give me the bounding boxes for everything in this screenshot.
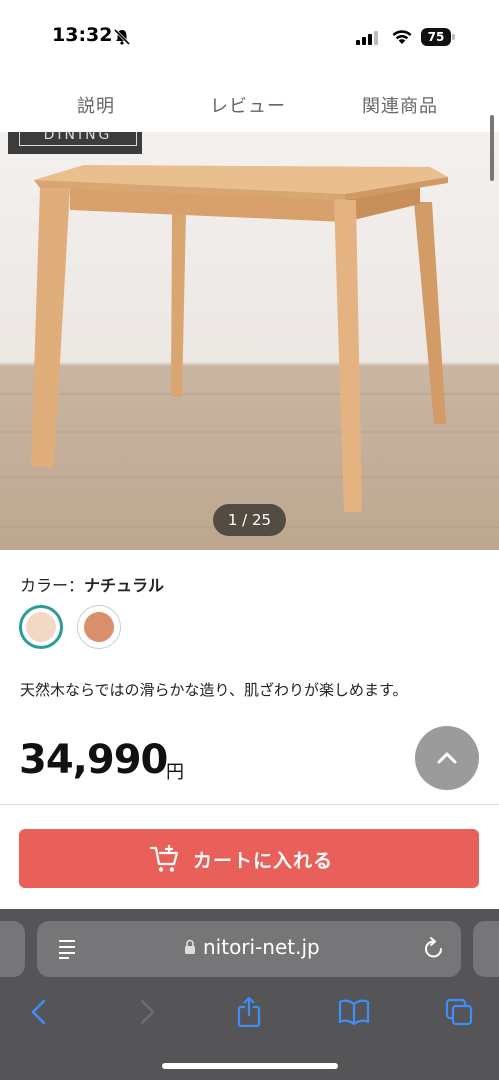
add-to-cart-label: カートに入れる bbox=[193, 850, 334, 872]
share-icon[interactable] bbox=[233, 997, 265, 1027]
product-image bbox=[0, 165, 499, 528]
address-bar[interactable]: nitori-net.jp bbox=[37, 921, 461, 977]
reload-icon[interactable] bbox=[423, 936, 445, 960]
dining-category-tag: DINING bbox=[8, 132, 142, 154]
product-price: 34,990 bbox=[19, 737, 168, 783]
bookmarks-icon[interactable] bbox=[338, 997, 370, 1027]
color-label-prefix: カラー： bbox=[20, 576, 85, 595]
scroll-to-top-button[interactable] bbox=[415, 726, 479, 790]
lock-icon bbox=[185, 939, 195, 954]
forward-icon[interactable] bbox=[130, 997, 162, 1027]
back-icon[interactable] bbox=[24, 997, 56, 1027]
next-tab-preview[interactable] bbox=[473, 921, 499, 977]
tabs-icon[interactable] bbox=[443, 997, 475, 1027]
cart-plus-icon bbox=[149, 845, 179, 872]
color-label: カラー：ナチュラル bbox=[20, 572, 164, 596]
url-text: nitori-net.jp bbox=[203, 935, 320, 959]
color-value: ナチュラル bbox=[84, 576, 165, 595]
status-time: 13:32 bbox=[52, 24, 113, 46]
previous-tab-preview[interactable] bbox=[0, 921, 25, 977]
divider bbox=[0, 804, 499, 805]
bell-slash-icon bbox=[113, 28, 131, 46]
battery-icon: 75 bbox=[421, 28, 455, 46]
product-description: 天然木ならではの滑らかな造り、肌ざわりが楽しめます。 bbox=[20, 681, 408, 699]
section-tabs: 説明 レビュー 関連商品 bbox=[0, 78, 499, 132]
tab-related-products[interactable]: 関連商品 bbox=[362, 92, 438, 118]
image-counter: 1 / 25 bbox=[213, 504, 286, 536]
product-image-gallery[interactable]: DINING 1 / 25 bbox=[0, 132, 499, 550]
wifi-icon bbox=[392, 30, 412, 44]
color-swatch-brown[interactable] bbox=[77, 605, 121, 649]
scroll-indicator[interactable] bbox=[490, 115, 494, 181]
status-bar: 13:32 75 bbox=[0, 0, 499, 70]
tab-description[interactable]: 説明 bbox=[77, 92, 115, 118]
tab-reviews[interactable]: レビュー bbox=[210, 92, 286, 118]
dining-tag-text: DINING bbox=[19, 132, 137, 146]
home-indicator[interactable] bbox=[162, 1063, 338, 1069]
product-page: 13:32 75 説明 レビュー 関連商品 DINING 1 / 25 カラー：… bbox=[0, 0, 499, 1080]
color-swatch-natural[interactable] bbox=[19, 605, 63, 649]
cellular-signal-icon bbox=[356, 31, 378, 45]
add-to-cart-button[interactable]: カートに入れる bbox=[19, 829, 479, 888]
battery-level: 75 bbox=[421, 28, 451, 46]
reader-mode-icon[interactable] bbox=[57, 938, 79, 960]
chevron-up-icon bbox=[437, 752, 457, 764]
price-currency: 円 bbox=[166, 762, 184, 783]
browser-toolbar: nitori-net.jp bbox=[0, 909, 499, 1080]
